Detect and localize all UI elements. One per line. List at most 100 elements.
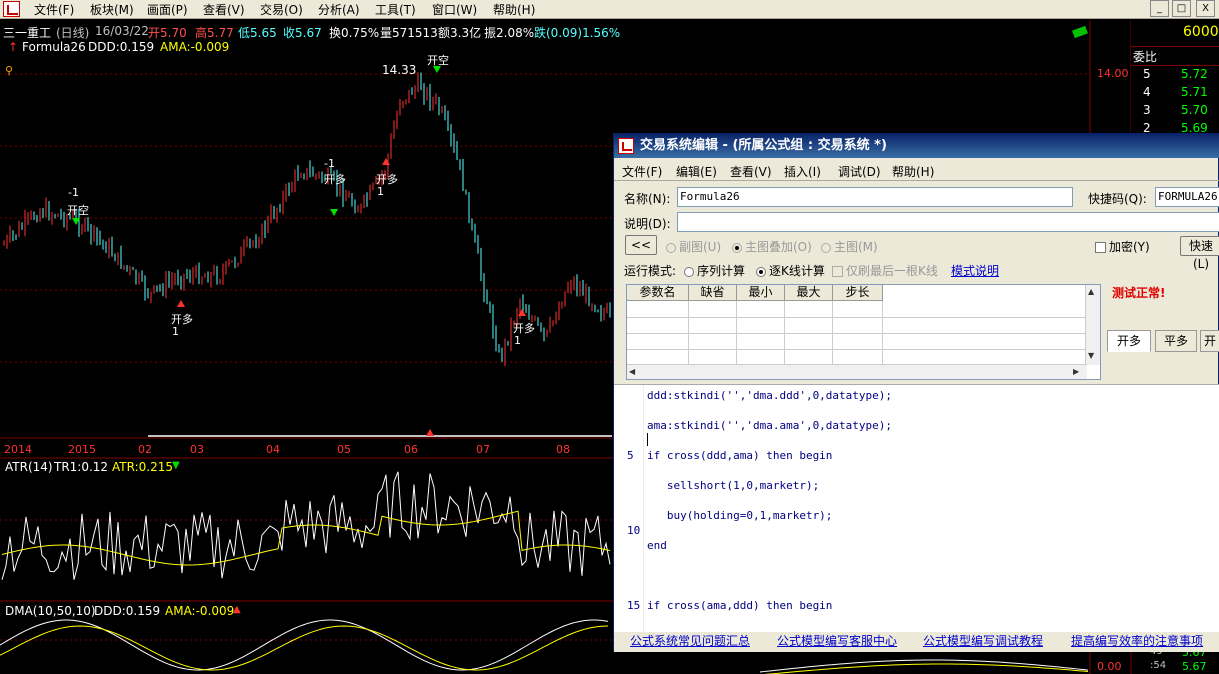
name-input[interactable]: Formula26 [677,187,1073,207]
collapse-button[interactable]: << [625,235,657,255]
arrow-up-icon: ↑ [8,40,19,54]
order-level: 4 [1143,85,1151,99]
code-line[interactable]: if cross(ddd,ama) then begin [647,449,832,462]
dialog-menu-debug[interactable]: 调试(D) [838,163,881,180]
peak-price-label: 14.33 [382,63,417,77]
column-header[interactable]: 最大 [785,285,833,301]
tab-close-long[interactable]: 平多 [1155,330,1197,352]
weibi-label: 委比 [1133,50,1158,64]
cursor-marker-arrow [426,429,434,436]
code-editor[interactable]: ddd:stkindi('','dma.ddd',0,datatype); ama… [614,384,1219,632]
dma-ama: AMA:-0.009 [165,604,235,618]
code-line[interactable]: if cross(ama,ddd) then begin [647,599,832,612]
dialog-menu-insert[interactable]: 插入(I) [784,163,821,180]
menu-help[interactable]: 帮助(H) [493,1,535,18]
signal-one: 1 [377,185,384,198]
mode-kline-radio[interactable]: 逐K线计算 [756,262,825,279]
radio-sub-label: 副图(U) [679,240,722,254]
dialog-menu-view[interactable]: 查看(V) [730,163,772,180]
dialog-menu-help[interactable]: 帮助(H) [892,163,934,180]
scroll-up-icon[interactable]: ▲ [1088,287,1094,296]
help-link[interactable]: 提高编写效率的注意事项 [1071,632,1203,649]
stock-name: 三一重工 [3,26,52,40]
atr-tr1-line [1,471,611,580]
order-price: 5.71 [1181,85,1208,99]
mode-last-checkbox[interactable]: 仅刷最后一根K线 [832,262,938,279]
radio-sub-chart[interactable]: 副图(U) [666,238,721,255]
minimize-button[interactable]: _ [1150,0,1169,17]
maximize-button[interactable]: □ [1172,0,1191,17]
code-line[interactable]: buy(holding=0,1,marketr); [647,509,833,522]
scroll-down-icon[interactable]: ▼ [1088,351,1094,360]
high-price: 高5.77 [195,26,234,40]
close-price: 收5.67 [283,26,322,40]
line-number: 15 [627,599,641,612]
menu-view-screen[interactable]: 画面(P) [147,1,188,18]
radio-main-chart[interactable]: 主图(M) [821,238,878,255]
line-number-gutter [614,385,644,632]
signal-kaikong: 开空 [67,204,89,217]
tab-open-long[interactable]: 开多 [1107,330,1151,352]
stock-code: 60003 [1183,24,1219,40]
menu-window[interactable]: 窗口(W) [432,1,477,18]
checkbox-icon [1095,242,1106,253]
formula-name: Formula26 [22,40,86,54]
radio-icon [666,242,676,253]
horizontal-scrollbar[interactable]: ◀ ▶ [627,364,1087,379]
description-label: 说明(D): [624,217,671,231]
menu-trade[interactable]: 交易(O) [260,1,303,18]
atr-name: ATR(14) [5,460,53,474]
mode-help-link[interactable]: 模式说明 [951,262,999,279]
chart-date: 16/03/22 [95,24,149,38]
column-header[interactable]: 步长 [833,285,883,301]
dialog-menu-file[interactable]: 文件(F) [622,163,662,180]
order-level: 3 [1143,103,1151,117]
menu-analysis[interactable]: 分析(A) [318,1,360,18]
radio-overlay[interactable]: 主图叠加(O) [732,238,812,255]
code-line[interactable]: sellshort(1,0,marketr); [647,479,819,492]
line-number: 5 [627,449,634,462]
text-cursor [647,433,648,446]
zoom-icon[interactable]: ⚲ [5,64,13,77]
signal-minus1: -1 [68,186,79,199]
help-link[interactable]: 公式模型编写调试教程 [923,632,1043,649]
code-line[interactable]: ama:stkindi('','dma.ama',0,datatype); [647,419,892,432]
column-header[interactable]: 参数名 [627,285,689,301]
vertical-scrollbar[interactable]: ▲ ▼ [1085,285,1100,365]
encrypt-checkbox[interactable]: 加密(Y) [1095,238,1150,255]
arrow-down-icon: ▼ [172,460,180,471]
time-label: 2015 [68,443,96,456]
mode-sequence-radio[interactable]: 序列计算 [684,262,745,279]
menu-bar: 文件(F) 板块(M) 画面(P) 查看(V) 交易(O) 分析(A) 工具(T… [0,0,1219,19]
scroll-left-icon[interactable]: ◀ [629,367,635,376]
help-link[interactable]: 公式模型编写客服中心 [777,632,897,649]
description-input[interactable] [677,212,1219,232]
radio-icon [732,242,742,253]
open-price: 开5.70 [148,26,187,40]
dialog-menu-edit[interactable]: 编辑(E) [676,163,717,180]
code-line[interactable]: ddd:stkindi('','dma.ddd',0,datatype); [647,389,892,402]
scroll-right-icon[interactable]: ▶ [1073,367,1079,376]
menu-sector[interactable]: 板块(M) [90,1,134,18]
menu-view[interactable]: 查看(V) [203,1,245,18]
parameter-table[interactable]: 参数名 缺省 最小 最大 步长 ▲ ▼ ◀ ▶ [626,284,1101,380]
shortcut-input[interactable]: FORMULA26 [1155,187,1219,207]
menu-file[interactable]: 文件(F) [34,1,74,18]
long-signal-arrow [177,300,185,307]
fast-button[interactable]: 快速(L) [1180,236,1219,271]
help-link[interactable]: 公式系统常见问题汇总 [630,632,750,649]
code-line[interactable]: end [647,539,667,552]
volume: 量571513 [380,26,438,40]
tab-open[interactable]: 开 [1200,330,1219,352]
menu-tools[interactable]: 工具(T) [375,1,416,18]
checkbox-icon [832,266,843,277]
column-header[interactable]: 最小 [737,285,785,301]
dialog-title-bar[interactable]: 交易系统编辑 - (所属公式组 : 交易系统 *) [614,134,1219,158]
column-header[interactable]: 缺省 [689,285,737,301]
formula-ddd: DDD:0.159 [88,40,155,54]
close-button[interactable]: X [1196,0,1215,17]
order-price: 5.70 [1181,103,1208,117]
radio-icon [756,266,766,277]
mode-sequence-label: 序列计算 [697,264,746,278]
formula-ama: AMA:-0.009 [160,40,230,54]
